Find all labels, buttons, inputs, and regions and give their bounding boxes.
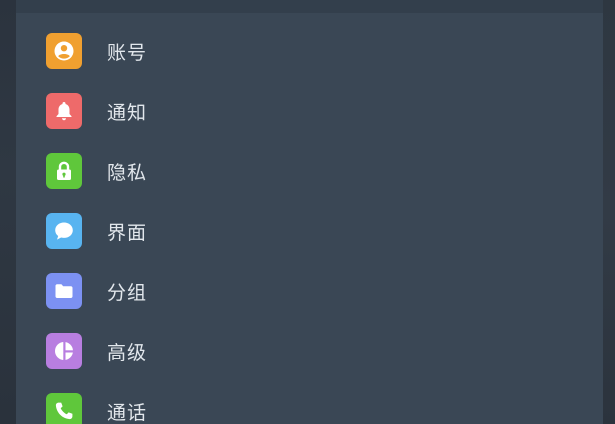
menu-item-groups[interactable]: 分组 xyxy=(16,261,603,321)
menu-item-label: 界面 xyxy=(107,221,148,244)
menu-item-advanced[interactable]: 高级 xyxy=(16,321,603,381)
settings-menu: 账号 通知 隐私 界面 分组 高级 通话 xyxy=(16,21,603,424)
menu-item-calls[interactable]: 通话 xyxy=(16,381,603,424)
menu-item-label: 通知 xyxy=(107,101,148,124)
menu-item-account[interactable]: 账号 xyxy=(16,21,603,81)
pie-chart-icon xyxy=(46,333,82,369)
panel-header xyxy=(16,0,603,13)
folder-icon xyxy=(46,273,82,309)
menu-item-interface[interactable]: 界面 xyxy=(16,201,603,261)
menu-item-notifications[interactable]: 通知 xyxy=(16,81,603,141)
menu-item-label: 账号 xyxy=(107,41,148,64)
phone-icon xyxy=(46,393,82,424)
menu-item-label: 通话 xyxy=(107,401,148,424)
menu-item-privacy[interactable]: 隐私 xyxy=(16,141,603,201)
menu-item-label: 分组 xyxy=(107,281,148,304)
settings-panel: 账号 通知 隐私 界面 分组 高级 通话 xyxy=(16,0,603,424)
chat-bubble-icon xyxy=(46,213,82,249)
account-icon xyxy=(46,33,82,69)
background-right xyxy=(603,0,615,424)
menu-item-label: 高级 xyxy=(107,341,148,364)
menu-item-label: 隐私 xyxy=(107,161,148,184)
lock-icon xyxy=(46,153,82,189)
bell-icon xyxy=(46,93,82,129)
background-left xyxy=(0,0,16,424)
